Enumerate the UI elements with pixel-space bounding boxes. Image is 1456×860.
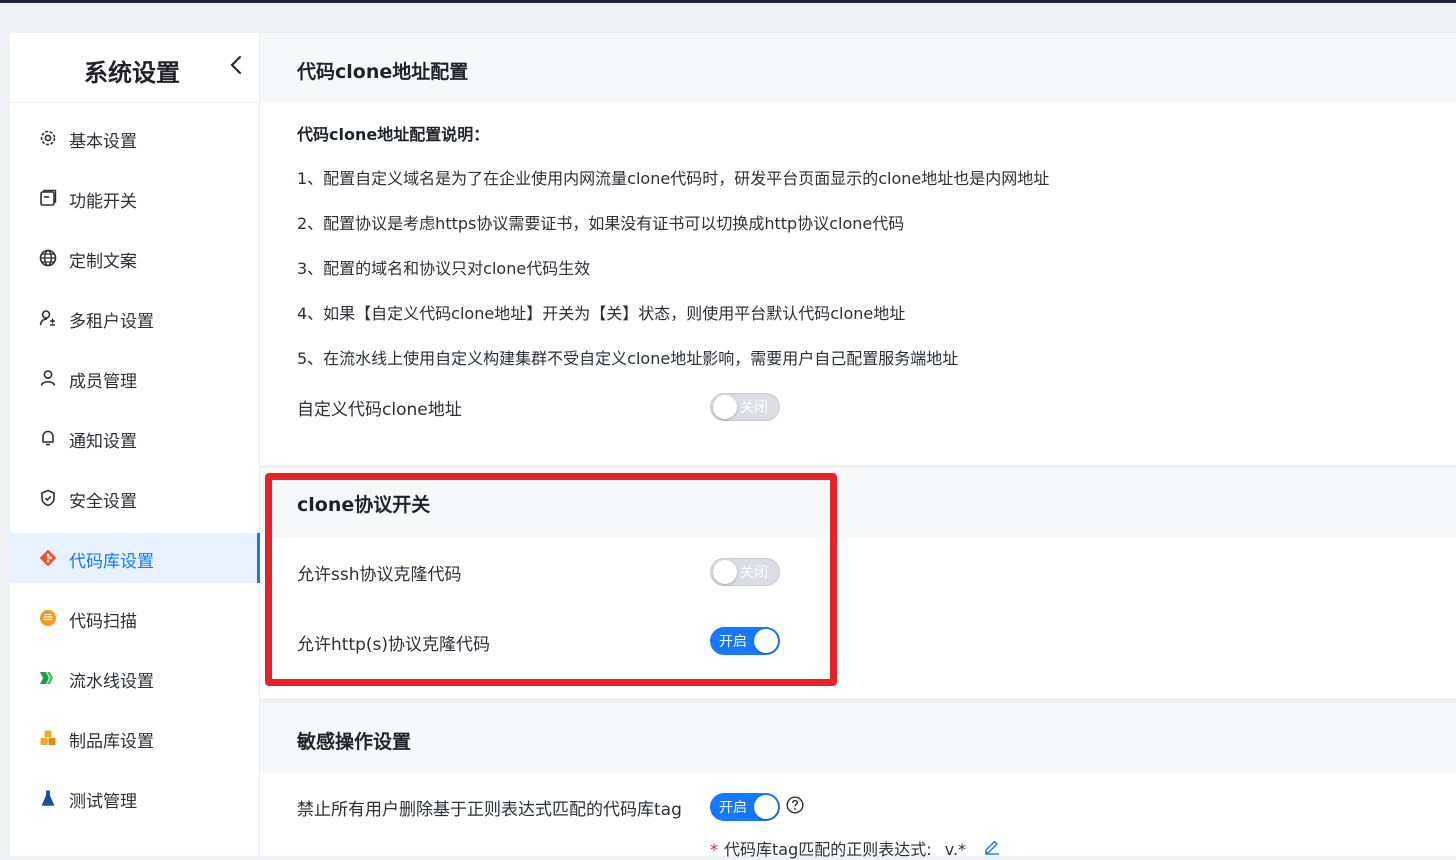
clone-protocol-card: clone协议开关 允许ssh协议克隆代码 关闭 允许http(s)协议克隆代码… <box>260 468 1456 698</box>
switch-text: 开启 <box>719 634 747 650</box>
sidebar-item-basic[interactable]: 基本设置 <box>10 113 259 163</box>
shield-icon <box>38 488 58 508</box>
sidebar-item-label: 制品库设置 <box>69 732 154 752</box>
sidebar-item-label: 定制文案 <box>69 252 137 272</box>
pipeline-icon <box>38 668 58 688</box>
sidebar-item-label: 多租户设置 <box>69 312 154 332</box>
card-title: 代码clone地址配置 <box>297 61 469 83</box>
card-header: clone协议开关 <box>260 468 1456 537</box>
top-bar <box>0 0 1456 3</box>
sidebar-item-label: 成员管理 <box>69 372 137 392</box>
switch-knob <box>713 560 737 584</box>
tag-protect-label: 禁止所有用户删除基于正则表达式匹配的代码库tag <box>297 800 682 820</box>
card-header: 敏感操作设置 <box>260 703 1456 773</box>
ssh-clone-label: 允许ssh协议克隆代码 <box>297 565 462 585</box>
sidebar-item-test[interactable]: 测试管理 <box>10 773 259 823</box>
bell-icon <box>38 428 58 448</box>
description-line: 1、配置自定义域名是为了在企业使用内网流量clone代码时，研发平台页面显示的c… <box>297 169 1050 188</box>
window-icon <box>38 188 58 208</box>
tag-protect-switch[interactable]: 开启 <box>710 793 780 821</box>
sidebar-item-label: 代码扫描 <box>69 612 137 632</box>
description-line: 2、配置协议是考虑https协议需要证书，如果没有证书可以切换成http协议cl… <box>297 214 905 233</box>
chevron-left-icon[interactable] <box>225 53 249 77</box>
regex-label: 代码库tag匹配的正则表达式: <box>724 840 932 859</box>
required-marker: * <box>710 840 718 859</box>
switch-knob <box>754 795 778 819</box>
sidebar-item-copy[interactable]: 定制文案 <box>10 233 259 283</box>
pencil-icon[interactable] <box>983 837 1001 855</box>
custom-clone-switch[interactable]: 关闭 <box>710 393 780 421</box>
sidebar-title: 系统设置 <box>84 59 180 87</box>
sidebar-item-tenant[interactable]: 多租户设置 <box>10 293 259 343</box>
card-header: 代码clone地址配置 <box>260 33 1456 103</box>
sidebar-item-scan[interactable]: 代码扫描 <box>10 593 259 643</box>
question-circle-icon[interactable] <box>786 796 804 814</box>
sidebar-item-artifact[interactable]: 制品库设置 <box>10 713 259 763</box>
sidebar-item-label: 安全设置 <box>69 492 137 512</box>
gear-icon <box>38 128 58 148</box>
clone-address-card: 代码clone地址配置 代码clone地址配置说明： 1、配置自定义域名是为了在… <box>260 33 1456 465</box>
sidebar-item-pipeline[interactable]: 流水线设置 <box>10 653 259 703</box>
sidebar-item-repo[interactable]: 代码库设置 <box>10 533 260 583</box>
sensitive-ops-card: 敏感操作设置 禁止所有用户删除基于正则表达式匹配的代码库tag 开启 * 代码库t… <box>260 703 1456 859</box>
http-clone-label: 允许http(s)协议克隆代码 <box>297 635 491 655</box>
regex-line: * 代码库tag匹配的正则表达式: v.* <box>710 836 966 860</box>
custom-clone-label: 自定义代码clone地址 <box>297 400 462 420</box>
card-title: 敏感操作设置 <box>297 731 412 753</box>
description-title: 代码clone地址配置说明： <box>297 125 490 144</box>
globe-icon <box>38 248 58 268</box>
sidebar-item-label: 流水线设置 <box>69 672 154 692</box>
regex-value: v.* <box>944 840 967 859</box>
card-title: clone协议开关 <box>297 494 431 516</box>
sidebar-item-label: 通知设置 <box>69 432 137 452</box>
sidebar-item-members[interactable]: 成员管理 <box>10 353 259 403</box>
sidebar-item-label: 测试管理 <box>69 792 137 812</box>
description-line: 4、如果【自定义代码clone地址】开关为【关】状态，则使用平台默认代码clon… <box>297 304 906 323</box>
git-icon <box>38 548 58 568</box>
sidebar-item-notify[interactable]: 通知设置 <box>10 413 259 463</box>
artifact-icon <box>38 728 58 748</box>
switch-knob <box>713 395 737 419</box>
sidebar-item-label: 代码库设置 <box>69 552 154 572</box>
sidebar-header: 系统设置 <box>10 33 259 103</box>
switch-text: 关闭 <box>740 565 768 581</box>
switch-text: 关闭 <box>740 400 768 416</box>
sidebar-item-features[interactable]: 功能开关 <box>10 173 259 223</box>
flask-icon <box>38 788 58 808</box>
sidebar-item-security[interactable]: 安全设置 <box>10 473 259 523</box>
switch-text: 开启 <box>719 800 747 816</box>
http-clone-switch[interactable]: 开启 <box>710 627 780 655</box>
switch-knob <box>754 629 778 653</box>
sidebar-item-label: 功能开关 <box>69 192 137 212</box>
user-icon <box>38 368 58 388</box>
sidebar: 系统设置 基本设置 功能开关 定制文案 多租户设置 成员管理 通知设置 安全设置… <box>10 33 260 856</box>
description-line: 3、配置的域名和协议只对clone代码生效 <box>297 259 591 278</box>
tenant-icon <box>38 308 58 328</box>
sidebar-nav: 基本设置 功能开关 定制文案 多租户设置 成员管理 通知设置 安全设置 代码库设… <box>10 113 260 833</box>
ssh-clone-switch[interactable]: 关闭 <box>710 558 780 586</box>
description-line: 5、在流水线上使用自定义构建集群不受自定义clone地址影响，需要用户自己配置服… <box>297 349 959 368</box>
main-content: 代码clone地址配置 代码clone地址配置说明： 1、配置自定义域名是为了在… <box>260 33 1456 859</box>
scan-icon <box>38 608 58 628</box>
sidebar-item-label: 基本设置 <box>69 132 137 152</box>
